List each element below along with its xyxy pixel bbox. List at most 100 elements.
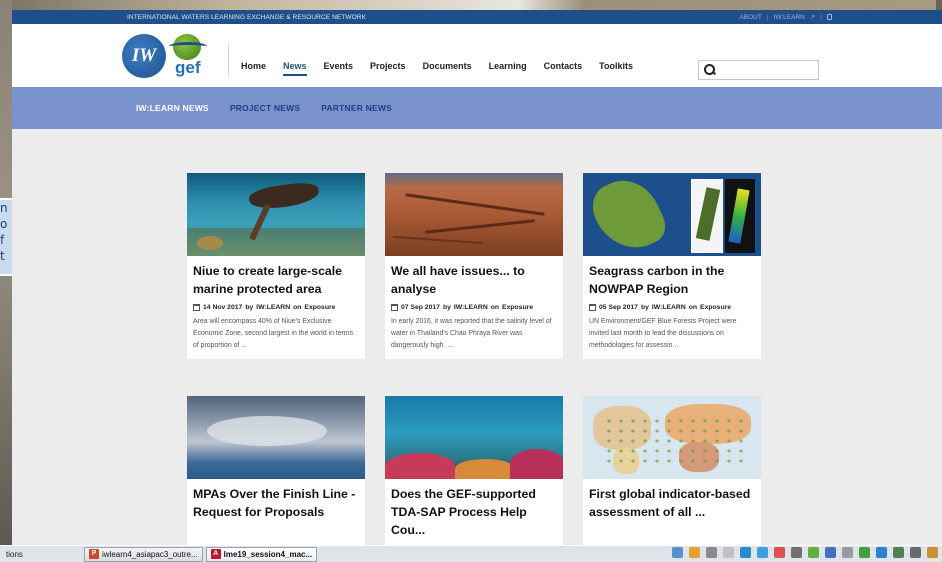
taskbar: tions P iwlearn4_asiapac3_outre... A lme… [0, 545, 942, 562]
external-link-icon: ↗ [809, 14, 816, 21]
card-excerpt: Area will encompass 40% of Niue's Exclus… [193, 318, 354, 349]
iwlearn-link[interactable]: IW:LEARN [774, 14, 805, 21]
card-image[interactable] [385, 396, 563, 479]
card-title[interactable]: Niue to create large-scale marine protec… [193, 262, 359, 298]
nav-contacts[interactable]: Contacts [544, 61, 583, 76]
card-title[interactable]: We all have issues... to analyse [391, 262, 557, 298]
nav-documents[interactable]: Documents [423, 61, 472, 76]
card-image[interactable] [583, 396, 761, 479]
search-box[interactable] [698, 60, 819, 80]
card-by: by [640, 304, 649, 311]
tray-app-icon[interactable] [757, 547, 768, 558]
card-category[interactable]: Exposure [700, 304, 731, 311]
map-inset [691, 179, 723, 253]
card-image[interactable] [583, 173, 761, 256]
island-shape [695, 187, 721, 241]
tray-app-icon[interactable] [808, 547, 819, 558]
tab-project-news[interactable]: PROJECT NEWS [230, 103, 300, 113]
tray-app-icon[interactable] [689, 547, 700, 558]
search-icon[interactable] [704, 64, 716, 76]
volume-icon[interactable] [791, 547, 802, 558]
nav-home[interactable]: Home [241, 61, 266, 76]
search-input[interactable] [720, 62, 815, 78]
card-on: on [688, 304, 698, 311]
card-body: We all have issues... to analyse 07 Sep … [385, 256, 563, 359]
system-tray [672, 547, 938, 558]
taskbar-task-powerpoint[interactable]: P iwlearn4_asiapac3_outre... [84, 546, 203, 562]
news-card[interactable]: We all have issues... to analyse 07 Sep … [385, 173, 563, 359]
about-link[interactable]: ABOUT [739, 14, 761, 21]
card-body: MPAs Over the Finish Line - Request for … [187, 479, 365, 528]
card-title[interactable]: Seagrass carbon in the NOWPAP Region [589, 262, 755, 298]
card-title[interactable]: MPAs Over the Finish Line - Request for … [193, 485, 359, 521]
tray-app-icon[interactable] [706, 547, 717, 558]
tray-app-icon[interactable] [740, 547, 751, 558]
iw-logo[interactable]: IW [122, 34, 166, 78]
taskbar-label[interactable]: tions [0, 550, 84, 559]
coral-shape [197, 236, 223, 250]
card-image[interactable] [187, 396, 365, 479]
task-label: iwlearn4_asiapac3_outre... [102, 549, 198, 559]
card-image[interactable] [187, 173, 365, 256]
tray-app-icon[interactable] [774, 547, 785, 558]
card-category[interactable]: Exposure [304, 304, 335, 311]
card-body: Does the GEF-supported TDA-SAP Process H… [385, 479, 563, 545]
separator: | [766, 13, 769, 21]
card-by: by [245, 304, 254, 311]
tray-app-icon[interactable] [910, 547, 921, 558]
nav-toolkits[interactable]: Toolkits [599, 61, 633, 76]
calendar-icon [589, 304, 596, 311]
carbon-heatmap-shape [728, 188, 750, 244]
indicator-grid-shape [603, 416, 743, 466]
tray-app-icon[interactable] [825, 547, 836, 558]
web-page: INTERNATIONAL WATERS LEARNING EXCHANGE &… [12, 10, 942, 545]
card-image[interactable] [385, 173, 563, 256]
lock-icon[interactable] [827, 14, 832, 20]
card-author[interactable]: IW:LEARN [256, 304, 290, 311]
nav-news[interactable]: News [283, 61, 307, 76]
tray-app-icon[interactable] [723, 547, 734, 558]
tab-iwlearn-news[interactable]: IW:LEARN NEWS [136, 103, 209, 113]
flag-icon[interactable] [842, 547, 853, 558]
taskbar-task-pdf[interactable]: A lme19_session4_mac... [205, 546, 318, 562]
card-body: First global indicator-based assessment … [583, 479, 761, 528]
coral-shape [510, 449, 563, 479]
tray-app-icon[interactable] [876, 547, 887, 558]
card-excerpt: UN Environment/GEF Blue Forests Project … [589, 318, 737, 349]
card-body: Seagrass carbon in the NOWPAP Region 05 … [583, 256, 761, 359]
tab-partner-news[interactable]: PARTNER NEWS [321, 103, 392, 113]
card-on: on [490, 304, 500, 311]
card-category[interactable]: Exposure [502, 304, 533, 311]
card-meta: 05 Sep 2017 by IW:LEARN on Exposure [589, 304, 755, 311]
news-card[interactable]: Niue to create large-scale marine protec… [187, 173, 365, 359]
main-nav: Home News Events Projects Documents Lear… [241, 61, 633, 76]
card-title[interactable]: Does the GEF-supported TDA-SAP Process H… [391, 485, 557, 539]
card-title[interactable]: First global indicator-based assessment … [589, 485, 755, 521]
card-author[interactable]: IW:LEARN [652, 304, 686, 311]
card-author[interactable]: IW:LEARN [454, 304, 488, 311]
card-date: 05 Sep 2017 [599, 304, 638, 311]
gef-logo[interactable]: gef [169, 34, 207, 78]
tray-app-icon[interactable] [927, 547, 938, 558]
news-card[interactable]: Does the GEF-supported TDA-SAP Process H… [385, 396, 563, 545]
news-card[interactable]: MPAs Over the Finish Line - Request for … [187, 396, 365, 545]
nav-learning[interactable]: Learning [489, 61, 527, 76]
news-grid-row-2: MPAs Over the Finish Line - Request for … [187, 396, 761, 545]
tray-app-icon[interactable] [859, 547, 870, 558]
news-card[interactable]: Seagrass carbon in the NOWPAP Region 05 … [583, 173, 761, 359]
coral-shape [455, 459, 515, 479]
card-on: on [293, 304, 302, 311]
nav-projects[interactable]: Projects [370, 61, 406, 76]
card-body: Niue to create large-scale marine protec… [187, 256, 365, 359]
news-card[interactable]: First global indicator-based assessment … [583, 396, 761, 545]
nav-events[interactable]: Events [324, 61, 354, 76]
separator: | [820, 13, 822, 21]
river-channel-shape [425, 219, 535, 234]
coral-shape [385, 453, 455, 479]
tray-app-icon[interactable] [672, 547, 683, 558]
card-by: by [442, 304, 451, 311]
tray-app-icon[interactable] [893, 547, 904, 558]
landmass-shape [584, 173, 672, 256]
news-subnav: IW:LEARN NEWS PROJECT NEWS PARTNER NEWS [12, 87, 942, 129]
card-meta: 14 Nov 2017 by IW:LEARN on Exposure [193, 304, 359, 311]
